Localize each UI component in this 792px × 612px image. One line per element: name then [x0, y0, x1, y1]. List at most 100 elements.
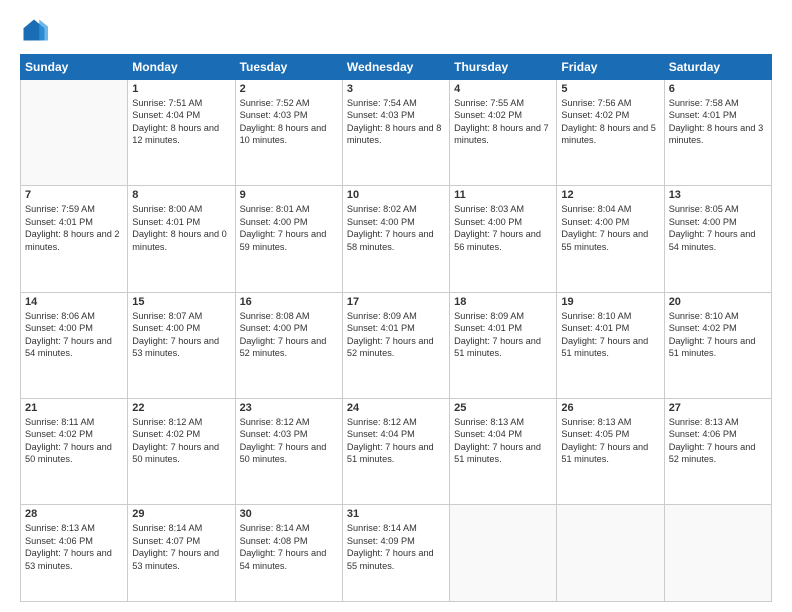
cell-details: Sunrise: 7:59 AMSunset: 4:01 PMDaylight:… [25, 203, 123, 253]
day-number: 11 [454, 189, 552, 201]
calendar-table: SundayMondayTuesdayWednesdayThursdayFrid… [20, 54, 772, 602]
day-number: 25 [454, 402, 552, 414]
day-number: 13 [669, 189, 767, 201]
cell-details: Sunrise: 8:06 AMSunset: 4:00 PMDaylight:… [25, 310, 123, 360]
calendar-cell: 31 Sunrise: 8:14 AMSunset: 4:09 PMDayligh… [342, 505, 449, 602]
cell-details: Sunrise: 8:04 AMSunset: 4:00 PMDaylight:… [561, 203, 659, 253]
cell-details: Sunrise: 8:10 AMSunset: 4:01 PMDaylight:… [561, 310, 659, 360]
cell-details: Sunrise: 8:07 AMSunset: 4:00 PMDaylight:… [132, 310, 230, 360]
cell-details: Sunrise: 7:52 AMSunset: 4:03 PMDaylight:… [240, 97, 338, 147]
calendar-weekday-header: Wednesday [342, 55, 449, 80]
cell-details: Sunrise: 7:51 AMSunset: 4:04 PMDaylight:… [132, 97, 230, 147]
calendar-cell: 9 Sunrise: 8:01 AMSunset: 4:00 PMDaylight… [235, 186, 342, 292]
day-number: 28 [25, 508, 123, 520]
cell-details: Sunrise: 7:54 AMSunset: 4:03 PMDaylight:… [347, 97, 445, 147]
calendar-cell: 21Sunrise: 8:11 AMSunset: 4:02 PMDayligh… [21, 398, 128, 504]
cell-details: Sunrise: 8:14 AMSunset: 4:08 PMDaylight:… [240, 522, 338, 572]
calendar-cell: 25 Sunrise: 8:13 AMSunset: 4:04 PMDayligh… [450, 398, 557, 504]
day-number: 30 [240, 508, 338, 520]
day-number: 24 [347, 402, 445, 414]
day-number: 7 [25, 189, 123, 201]
day-number: 2 [240, 83, 338, 95]
cell-details: Sunrise: 7:55 AMSunset: 4:02 PMDaylight:… [454, 97, 552, 147]
cell-details: Sunrise: 8:08 AMSunset: 4:00 PMDaylight:… [240, 310, 338, 360]
day-number: 26 [561, 402, 659, 414]
calendar-header-row: SundayMondayTuesdayWednesdayThursdayFrid… [21, 55, 772, 80]
calendar-cell: 20 Sunrise: 8:10 AMSunset: 4:02 PMDayligh… [664, 292, 771, 398]
day-number: 27 [669, 402, 767, 414]
day-number: 1 [132, 83, 230, 95]
calendar-cell: 17Sunrise: 8:09 AMSunset: 4:01 PMDayligh… [342, 292, 449, 398]
cell-details: Sunrise: 8:12 AMSunset: 4:03 PMDaylight:… [240, 416, 338, 466]
day-number: 14 [25, 296, 123, 308]
logo [20, 16, 52, 44]
calendar-cell: 30 Sunrise: 8:14 AMSunset: 4:08 PMDayligh… [235, 505, 342, 602]
calendar-cell: 11 Sunrise: 8:03 AMSunset: 4:00 PMDayligh… [450, 186, 557, 292]
cell-details: Sunrise: 8:01 AMSunset: 4:00 PMDaylight:… [240, 203, 338, 253]
calendar-week-row: 7 Sunrise: 7:59 AMSunset: 4:01 PMDaylight… [21, 186, 772, 292]
cell-details: Sunrise: 8:13 AMSunset: 4:04 PMDaylight:… [454, 416, 552, 466]
day-number: 29 [132, 508, 230, 520]
calendar-cell: 10Sunrise: 8:02 AMSunset: 4:00 PMDayligh… [342, 186, 449, 292]
cell-details: Sunrise: 8:09 AMSunset: 4:01 PMDaylight:… [454, 310, 552, 360]
day-number: 21 [25, 402, 123, 414]
cell-details: Sunrise: 8:12 AMSunset: 4:02 PMDaylight:… [132, 416, 230, 466]
calendar-week-row: 21Sunrise: 8:11 AMSunset: 4:02 PMDayligh… [21, 398, 772, 504]
day-number: 22 [132, 402, 230, 414]
calendar-cell: 8Sunrise: 8:00 AMSunset: 4:01 PMDaylight… [128, 186, 235, 292]
logo-icon [20, 16, 48, 44]
calendar-cell: 23 Sunrise: 8:12 AMSunset: 4:03 PMDayligh… [235, 398, 342, 504]
day-number: 9 [240, 189, 338, 201]
header [20, 16, 772, 44]
calendar-cell: 26 Sunrise: 8:13 AMSunset: 4:05 PMDayligh… [557, 398, 664, 504]
calendar-weekday-header: Monday [128, 55, 235, 80]
calendar-cell: 18Sunrise: 8:09 AMSunset: 4:01 PMDayligh… [450, 292, 557, 398]
cell-details: Sunrise: 8:14 AMSunset: 4:09 PMDaylight:… [347, 522, 445, 572]
cell-details: Sunrise: 8:13 AMSunset: 4:06 PMDaylight:… [25, 522, 123, 572]
day-number: 4 [454, 83, 552, 95]
calendar-cell: 3Sunrise: 7:54 AMSunset: 4:03 PMDaylight… [342, 80, 449, 186]
day-number: 20 [669, 296, 767, 308]
calendar-cell: 2 Sunrise: 7:52 AMSunset: 4:03 PMDaylight… [235, 80, 342, 186]
cell-details: Sunrise: 7:58 AMSunset: 4:01 PMDaylight:… [669, 97, 767, 147]
calendar-weekday-header: Tuesday [235, 55, 342, 80]
calendar-cell: 5 Sunrise: 7:56 AMSunset: 4:02 PMDaylight… [557, 80, 664, 186]
day-number: 23 [240, 402, 338, 414]
cell-details: Sunrise: 8:12 AMSunset: 4:04 PMDaylight:… [347, 416, 445, 466]
day-number: 16 [240, 296, 338, 308]
cell-details: Sunrise: 8:03 AMSunset: 4:00 PMDaylight:… [454, 203, 552, 253]
day-number: 19 [561, 296, 659, 308]
calendar-weekday-header: Sunday [21, 55, 128, 80]
calendar-cell: 13Sunrise: 8:05 AMSunset: 4:00 PMDayligh… [664, 186, 771, 292]
calendar-cell: 27 Sunrise: 8:13 AMSunset: 4:06 PMDayligh… [664, 398, 771, 504]
calendar-week-row: 14 Sunrise: 8:06 AMSunset: 4:00 PMDayligh… [21, 292, 772, 398]
calendar-cell: 29Sunrise: 8:14 AMSunset: 4:07 PMDayligh… [128, 505, 235, 602]
calendar-cell: 16 Sunrise: 8:08 AMSunset: 4:00 PMDayligh… [235, 292, 342, 398]
calendar-cell: 24 Sunrise: 8:12 AMSunset: 4:04 PMDayligh… [342, 398, 449, 504]
calendar-week-row: 28 Sunrise: 8:13 AMSunset: 4:06 PMDayligh… [21, 505, 772, 602]
page: SundayMondayTuesdayWednesdayThursdayFrid… [0, 0, 792, 612]
calendar-cell: 6 Sunrise: 7:58 AMSunset: 4:01 PMDaylight… [664, 80, 771, 186]
calendar-weekday-header: Thursday [450, 55, 557, 80]
calendar-cell: 7 Sunrise: 7:59 AMSunset: 4:01 PMDaylight… [21, 186, 128, 292]
cell-details: Sunrise: 8:02 AMSunset: 4:00 PMDaylight:… [347, 203, 445, 253]
day-number: 5 [561, 83, 659, 95]
cell-details: Sunrise: 8:13 AMSunset: 4:06 PMDaylight:… [669, 416, 767, 466]
day-number: 8 [132, 189, 230, 201]
calendar-cell: 19 Sunrise: 8:10 AMSunset: 4:01 PMDayligh… [557, 292, 664, 398]
calendar-cell: 15Sunrise: 8:07 AMSunset: 4:00 PMDayligh… [128, 292, 235, 398]
calendar-body: 1 Sunrise: 7:51 AMSunset: 4:04 PMDaylight… [21, 80, 772, 602]
calendar-weekday-header: Saturday [664, 55, 771, 80]
cell-details: Sunrise: 8:10 AMSunset: 4:02 PMDaylight:… [669, 310, 767, 360]
calendar-weekday-header: Friday [557, 55, 664, 80]
calendar-cell [664, 505, 771, 602]
cell-details: Sunrise: 7:56 AMSunset: 4:02 PMDaylight:… [561, 97, 659, 147]
day-number: 17 [347, 296, 445, 308]
calendar-week-row: 1 Sunrise: 7:51 AMSunset: 4:04 PMDaylight… [21, 80, 772, 186]
day-number: 6 [669, 83, 767, 95]
calendar-cell: 22 Sunrise: 8:12 AMSunset: 4:02 PMDayligh… [128, 398, 235, 504]
calendar-cell [21, 80, 128, 186]
day-number: 31 [347, 508, 445, 520]
calendar-cell [557, 505, 664, 602]
cell-details: Sunrise: 8:13 AMSunset: 4:05 PMDaylight:… [561, 416, 659, 466]
